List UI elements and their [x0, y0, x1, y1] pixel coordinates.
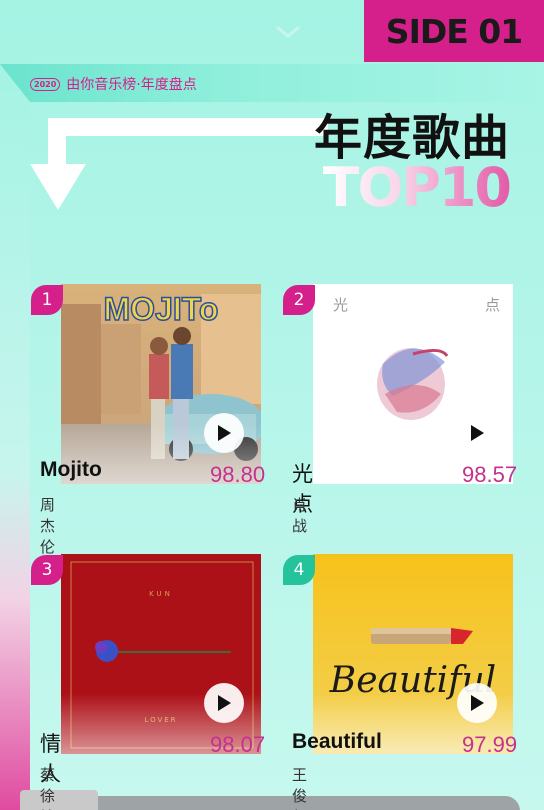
artist-name[interactable]: 蔡徐坤: [40, 764, 55, 810]
rank-badge: 1: [31, 285, 63, 315]
rank-badge: 3: [31, 555, 63, 585]
artist-name[interactable]: 周杰伦: [40, 494, 55, 557]
mojito-cover-text: MOJITo: [104, 291, 219, 327]
song-title[interactable]: Beautiful: [292, 730, 382, 754]
year-badge: 2020: [30, 77, 61, 91]
album-cover[interactable]: KUN LOVER: [61, 554, 261, 754]
song-score: 98.80: [210, 462, 266, 487]
chevron-down-icon[interactable]: [274, 24, 302, 40]
album-cover[interactable]: Beautiful: [313, 554, 513, 754]
play-icon: [218, 425, 231, 441]
song-score: 98.07: [210, 732, 266, 757]
side-label-box: SIDE 01: [364, 0, 544, 62]
cover-text-bottom: LOVER: [144, 716, 177, 724]
song-score: 98.57: [462, 462, 518, 487]
play-button[interactable]: [204, 683, 244, 723]
play-icon: [471, 425, 484, 441]
rank-badge: 4: [283, 555, 315, 585]
chart-subtitle: 2020 由你音乐榜·年度盘点: [30, 74, 197, 94]
rank-badge: 2: [283, 285, 315, 315]
page-title-top10: TOP10: [322, 156, 512, 219]
subtitle-text: 由你音乐榜·年度盘点: [66, 77, 197, 93]
artist-name[interactable]: 王俊凯: [292, 764, 307, 810]
cover-text-left: 光: [333, 296, 348, 314]
play-button[interactable]: [457, 413, 497, 453]
artist-name[interactable]: 肖战: [292, 494, 307, 536]
arrow-down-icon: [30, 118, 328, 210]
cover-text-right: 点: [485, 296, 500, 314]
play-button[interactable]: [457, 683, 497, 723]
album-cover[interactable]: 光 点: [313, 284, 513, 484]
play-icon: [471, 695, 484, 711]
side-label: SIDE 01: [385, 11, 523, 51]
cover-text: KUN: [149, 590, 173, 598]
play-icon: [218, 695, 231, 711]
left-accent-bar: [0, 60, 30, 810]
play-button[interactable]: [204, 413, 244, 453]
album-cover[interactable]: MOJITo: [61, 284, 261, 484]
bottom-tab[interactable]: [20, 790, 98, 810]
song-title[interactable]: Mojito: [40, 458, 102, 482]
song-score: 97.99: [462, 732, 518, 757]
